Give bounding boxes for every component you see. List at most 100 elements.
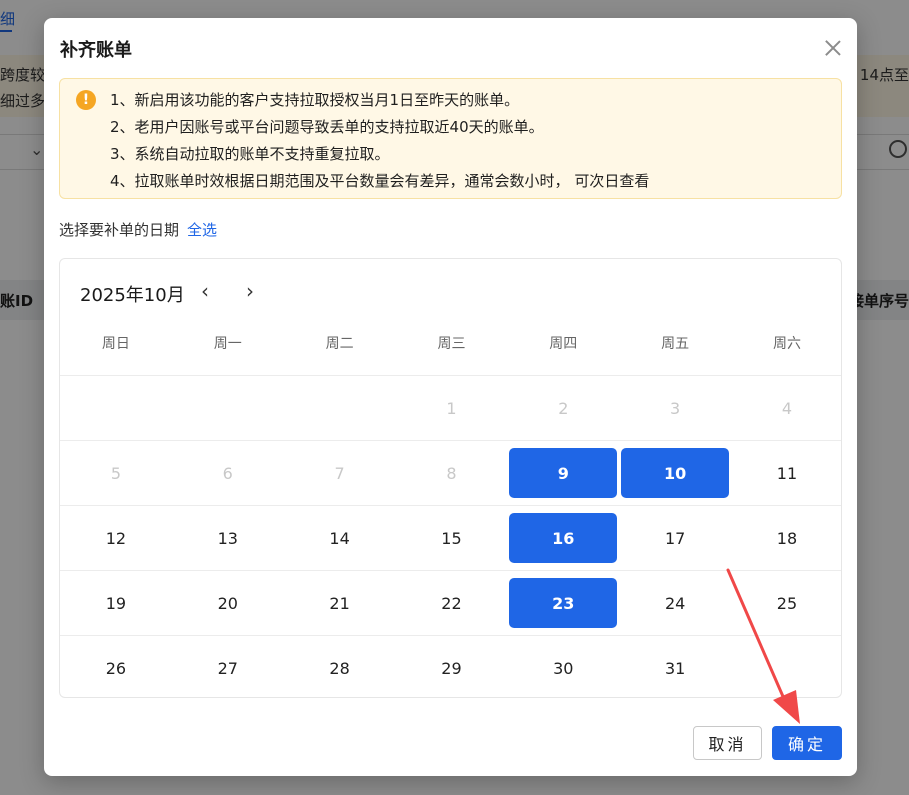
- alert-item: 2、老用户因账号或平台问题导致丢单的支持拉取近40天的账单。: [110, 118, 544, 136]
- calendar-day-cell[interactable]: 11: [731, 441, 841, 505]
- calendar-day-label: 26: [105, 658, 127, 678]
- fill-bill-dialog: 补齐账单 ! 1、新启用该功能的客户支持拉取授权当月1日至昨天的账单。 2、老用…: [44, 18, 857, 776]
- alert-item: 3、系统自动拉取的账单不支持重复拉取。: [110, 145, 390, 163]
- calendar-day-cell[interactable]: 24: [619, 571, 731, 635]
- info-alert: ! 1、新启用该功能的客户支持拉取授权当月1日至昨天的账单。 2、老用户因账号或…: [59, 78, 842, 199]
- calendar-day-cell: 6: [172, 441, 284, 505]
- calendar: 2025年10月 ‹ › 周日 周一 周二 周三 周四 周五 周六 123456…: [59, 258, 842, 698]
- calendar-week-row: 1 2 3 4: [60, 375, 841, 440]
- calendar-day-label: [286, 383, 394, 433]
- calendar-day-label: 25: [776, 593, 798, 613]
- calendar-day-label: 4: [781, 398, 793, 418]
- calendar-day-cell[interactable]: 27: [172, 636, 284, 697]
- calendar-day-label: 7: [334, 463, 345, 483]
- calendar-day-label: 28: [329, 658, 350, 678]
- weekday-header: 周日 周一 周二 周三 周四 周五 周六: [60, 329, 841, 375]
- calendar-day-cell[interactable]: 16: [507, 506, 619, 570]
- calendar-day-cell[interactable]: 25: [731, 571, 841, 635]
- select-date-row: 选择要补单的日期 全选: [59, 219, 217, 240]
- calendar-day-cell[interactable]: 20: [172, 571, 284, 635]
- calendar-day-cell[interactable]: 26: [60, 636, 172, 697]
- calendar-day-cell[interactable]: 17: [619, 506, 731, 570]
- calendar-day-cell[interactable]: 9: [507, 441, 619, 505]
- calendar-empty-cell: [60, 376, 172, 440]
- calendar-day-cell[interactable]: 30: [507, 636, 619, 697]
- weekday-label: 周四: [549, 336, 578, 352]
- weekday-label: 周五: [661, 336, 690, 352]
- calendar-day-label: 6: [222, 463, 233, 483]
- calendar-day-label: 29: [441, 658, 462, 678]
- calendar-day-cell: 8: [396, 441, 508, 505]
- calendar-day-cell[interactable]: 29: [396, 636, 508, 697]
- chevron-right-icon[interactable]: ›: [238, 279, 262, 303]
- calendar-day-label: 13: [217, 528, 238, 548]
- calendar-day-cell[interactable]: 22: [396, 571, 508, 635]
- calendar-week-row: 5 6 7 8 9 10 11: [60, 440, 841, 505]
- calendar-day-label: 24: [664, 593, 686, 613]
- calendar-day-cell[interactable]: 28: [284, 636, 396, 697]
- calendar-day-cell: 2: [507, 376, 619, 440]
- calendar-day-label: 2: [558, 398, 569, 418]
- calendar-day-cell[interactable]: 15: [396, 506, 508, 570]
- calendar-day-label: 30: [553, 658, 574, 678]
- calendar-day-cell[interactable]: 23: [507, 571, 619, 635]
- calendar-day-cell[interactable]: 14: [284, 506, 396, 570]
- dialog-title: 补齐账单: [60, 40, 132, 61]
- calendar-day-label: [62, 383, 170, 433]
- calendar-grid: 1 2 3 4 5 6 7 8 9 10 11 12 13 14 15 16 17 18 19 20 21 22 23 24 2…: [60, 375, 841, 697]
- cancel-button[interactable]: 取消: [693, 726, 762, 760]
- calendar-day-label: 18: [776, 528, 798, 548]
- calendar-day-cell: 5: [60, 441, 172, 505]
- weekday-label: 周日: [101, 336, 130, 352]
- calendar-day-label: 21: [329, 593, 350, 613]
- confirm-button[interactable]: 确定: [772, 726, 842, 760]
- calendar-day-cell: 1: [396, 376, 508, 440]
- select-all-link[interactable]: 全选: [187, 221, 217, 239]
- calendar-day-cell[interactable]: 12: [60, 506, 172, 570]
- calendar-week-row: 26 27 28 29 30 31: [60, 635, 841, 697]
- calendar-day-cell[interactable]: 19: [60, 571, 172, 635]
- weekday-label: 周三: [437, 336, 466, 352]
- calendar-month-label: 2025年10月: [80, 285, 185, 306]
- calendar-day-label: [733, 643, 841, 693]
- chevron-left-icon[interactable]: ‹: [193, 279, 217, 303]
- alert-item: 1、新启用该功能的客户支持拉取授权当月1日至昨天的账单。: [110, 91, 520, 109]
- alert-list: 1、新启用该功能的客户支持拉取授权当月1日至昨天的账单。 2、老用户因账号或平台…: [110, 87, 649, 195]
- calendar-day-label: 19: [105, 593, 127, 613]
- dialog-footer: 取消 确定: [693, 726, 842, 760]
- calendar-day-cell[interactable]: 31: [619, 636, 731, 697]
- calendar-day-label: 5: [110, 463, 122, 483]
- calendar-day-cell[interactable]: 21: [284, 571, 396, 635]
- calendar-day-cell[interactable]: 18: [731, 506, 841, 570]
- calendar-week-row: 12 13 14 15 16 17 18: [60, 505, 841, 570]
- calendar-day-label: 27: [217, 658, 238, 678]
- calendar-day-label: 20: [217, 593, 238, 613]
- calendar-empty-cell: [284, 376, 396, 440]
- calendar-day-label: 23: [509, 578, 618, 628]
- calendar-day-label: 8: [446, 463, 457, 483]
- calendar-day-label: 11: [776, 463, 798, 483]
- calendar-day-cell: 4: [731, 376, 841, 440]
- calendar-day-cell[interactable]: 10: [619, 441, 731, 505]
- weekday-label: 周二: [325, 336, 354, 352]
- calendar-day-label: [174, 383, 282, 433]
- calendar-day-label: 22: [441, 593, 462, 613]
- calendar-empty-cell: [172, 376, 284, 440]
- calendar-day-label: 10: [621, 448, 730, 498]
- calendar-day-label: 16: [509, 513, 618, 563]
- calendar-day-label: 3: [670, 398, 681, 418]
- calendar-day-label: 12: [105, 528, 127, 548]
- calendar-day-cell[interactable]: 13: [172, 506, 284, 570]
- weekday-label: 周一: [213, 336, 242, 352]
- calendar-empty-cell: [731, 636, 841, 697]
- warning-icon: !: [76, 90, 96, 110]
- select-date-label: 选择要补单的日期: [59, 221, 180, 239]
- calendar-day-label: 31: [664, 658, 686, 678]
- weekday-label: 周六: [772, 336, 801, 352]
- alert-item: 4、拉取账单时效根据日期范围及平台数量会有差异，通常会数小时， 可次日查看: [110, 172, 650, 190]
- calendar-day-label: 17: [664, 528, 686, 548]
- calendar-day-label: 14: [329, 528, 350, 548]
- calendar-day-label: 1: [446, 398, 457, 418]
- close-icon[interactable]: [823, 38, 843, 58]
- calendar-day-label: 15: [441, 528, 462, 548]
